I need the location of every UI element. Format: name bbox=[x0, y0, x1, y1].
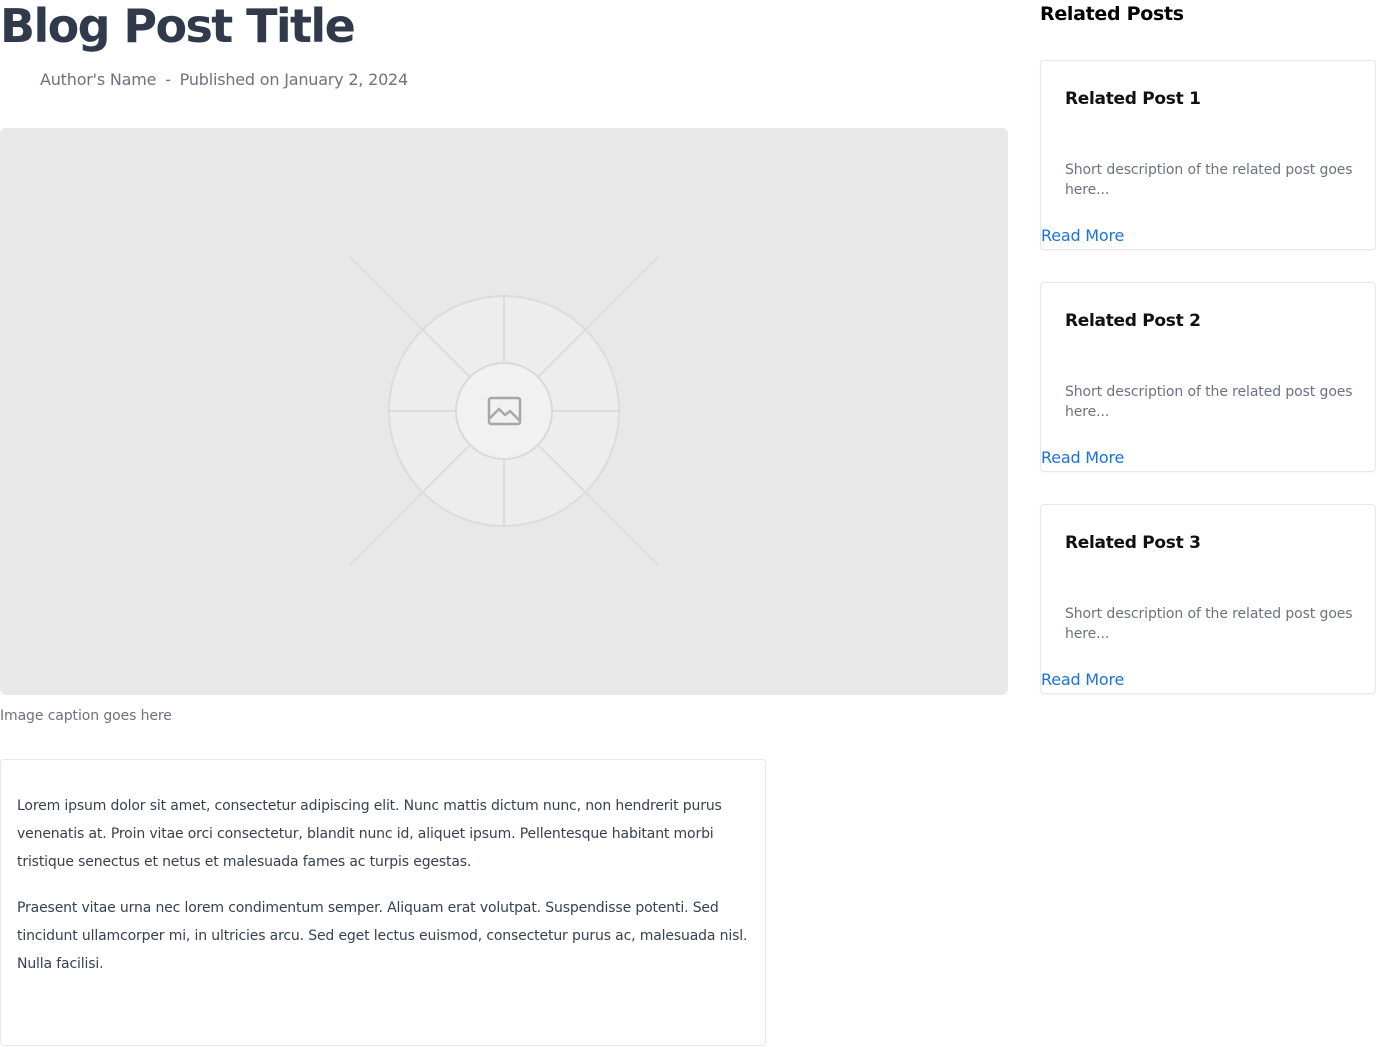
post-meta: Author's Name - Published on January 2, … bbox=[40, 69, 408, 91]
body-paragraph: Lorem ipsum dolor sit amet, consectetur … bbox=[17, 798, 722, 870]
author-name: Author's Name bbox=[40, 70, 157, 89]
read-more-link[interactable]: Read More bbox=[1041, 669, 1124, 691]
related-post-card: Related Post 2 Short description of the … bbox=[1040, 282, 1376, 472]
image-caption: Image caption goes here bbox=[0, 708, 172, 724]
related-post-card: Related Post 3 Short description of the … bbox=[1040, 504, 1376, 694]
related-post-description: Short description of the related post go… bbox=[1065, 606, 1353, 642]
meta-separator: - bbox=[165, 70, 171, 89]
post-title: Blog Post Title bbox=[0, 0, 356, 53]
page: Blog Post Title Author's Name - Publishe… bbox=[0, 0, 1376, 1047]
featured-image bbox=[0, 128, 1008, 695]
related-post-title: Related Post 2 bbox=[1065, 311, 1201, 331]
related-post-card: Related Post 1 Short description of the … bbox=[1040, 60, 1376, 250]
post-body: Lorem ipsum dolor sit amet, consectetur … bbox=[0, 759, 766, 1046]
related-posts-heading: Related Posts bbox=[1040, 3, 1184, 25]
related-post-description: Short description of the related post go… bbox=[1065, 162, 1353, 198]
read-more-link[interactable]: Read More bbox=[1041, 225, 1124, 247]
related-post-title: Related Post 1 bbox=[1065, 89, 1201, 109]
related-post-title: Related Post 3 bbox=[1065, 533, 1201, 553]
image-placeholder-icon bbox=[344, 251, 664, 571]
publish-date: Published on January 2, 2024 bbox=[179, 70, 409, 89]
read-more-link[interactable]: Read More bbox=[1041, 447, 1124, 469]
body-paragraph: Praesent vitae urna nec lorem condimentu… bbox=[17, 900, 748, 972]
related-post-description: Short description of the related post go… bbox=[1065, 384, 1353, 420]
